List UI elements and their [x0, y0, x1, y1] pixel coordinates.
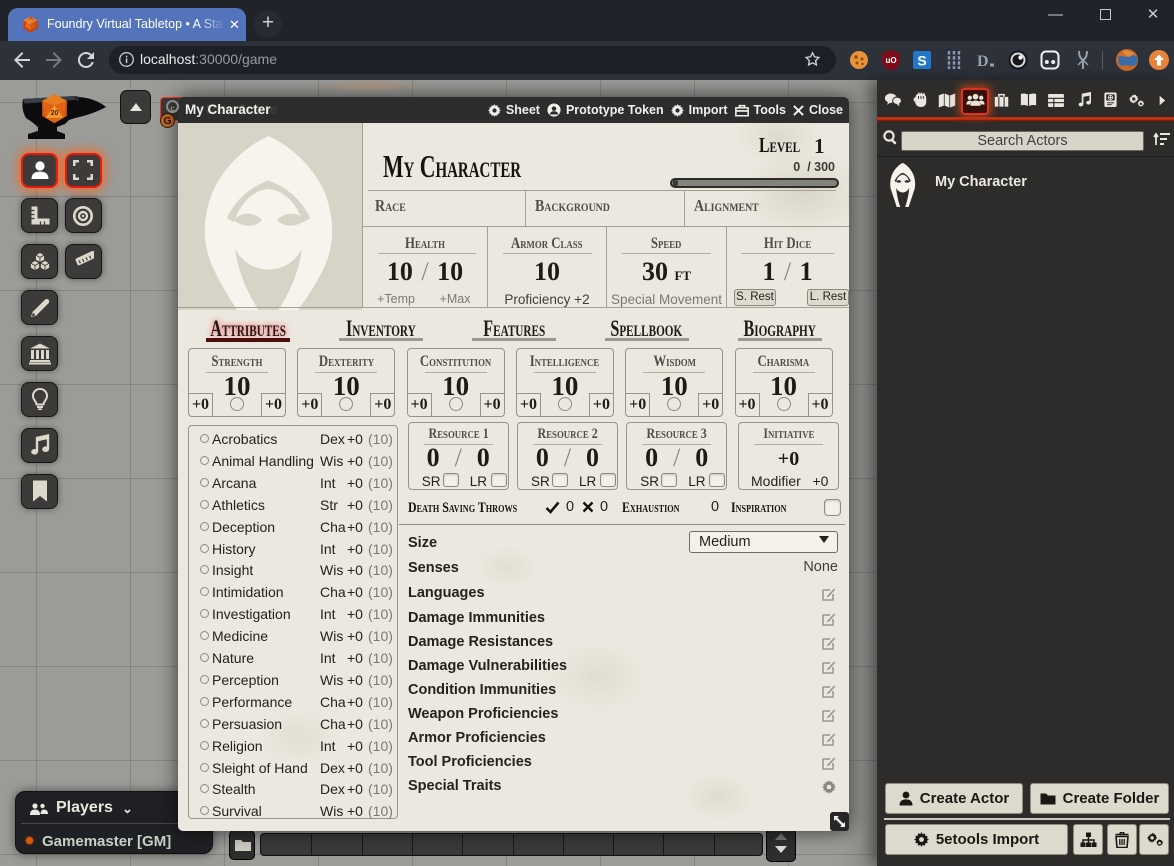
svg-text:20: 20 [51, 110, 59, 117]
svg-text:D: D [977, 53, 989, 70]
svg-text:S: S [917, 53, 926, 69]
svg-text:uO: uO [885, 56, 896, 65]
